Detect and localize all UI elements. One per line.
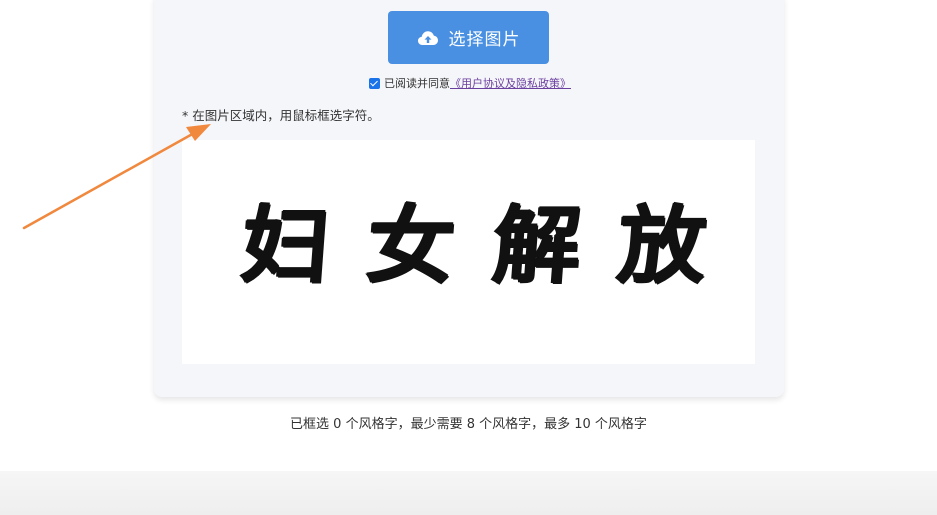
select-image-button[interactable]: 选择图片 [388,11,549,64]
selection-hint: * 在图片区域内，用鼠标框选字符。 [182,108,380,123]
agreement-checkbox[interactable] [369,77,380,89]
calligraphy-char: 放 [614,196,710,295]
selection-status: 已框选 0 个风格字，最少需要 8 个风格字，最多 10 个风格字 [290,417,647,432]
select-image-label: 选择图片 [448,30,521,50]
footer-band [0,471,937,515]
calligraphy-char: 女 [363,196,460,295]
calligraphy-image: 妇 女 解 放 [238,196,709,296]
calligraphy-char: 解 [488,196,585,295]
page: 选择图片 已阅读并同意 《用户协议及隐私政策》 * 在图片区域内，用鼠标框选字符… [0,0,937,515]
agreement-text: 已阅读并同意 [384,77,450,90]
agreement-link[interactable]: 《用户协议及隐私政策》 [450,75,571,91]
agreement-row: 已阅读并同意 《用户协议及隐私政策》 [369,75,571,91]
calligraphy-char: 妇 [238,196,334,295]
cloud-upload-icon [417,29,439,47]
image-selection-area[interactable]: 妇 女 解 放 [182,140,755,364]
